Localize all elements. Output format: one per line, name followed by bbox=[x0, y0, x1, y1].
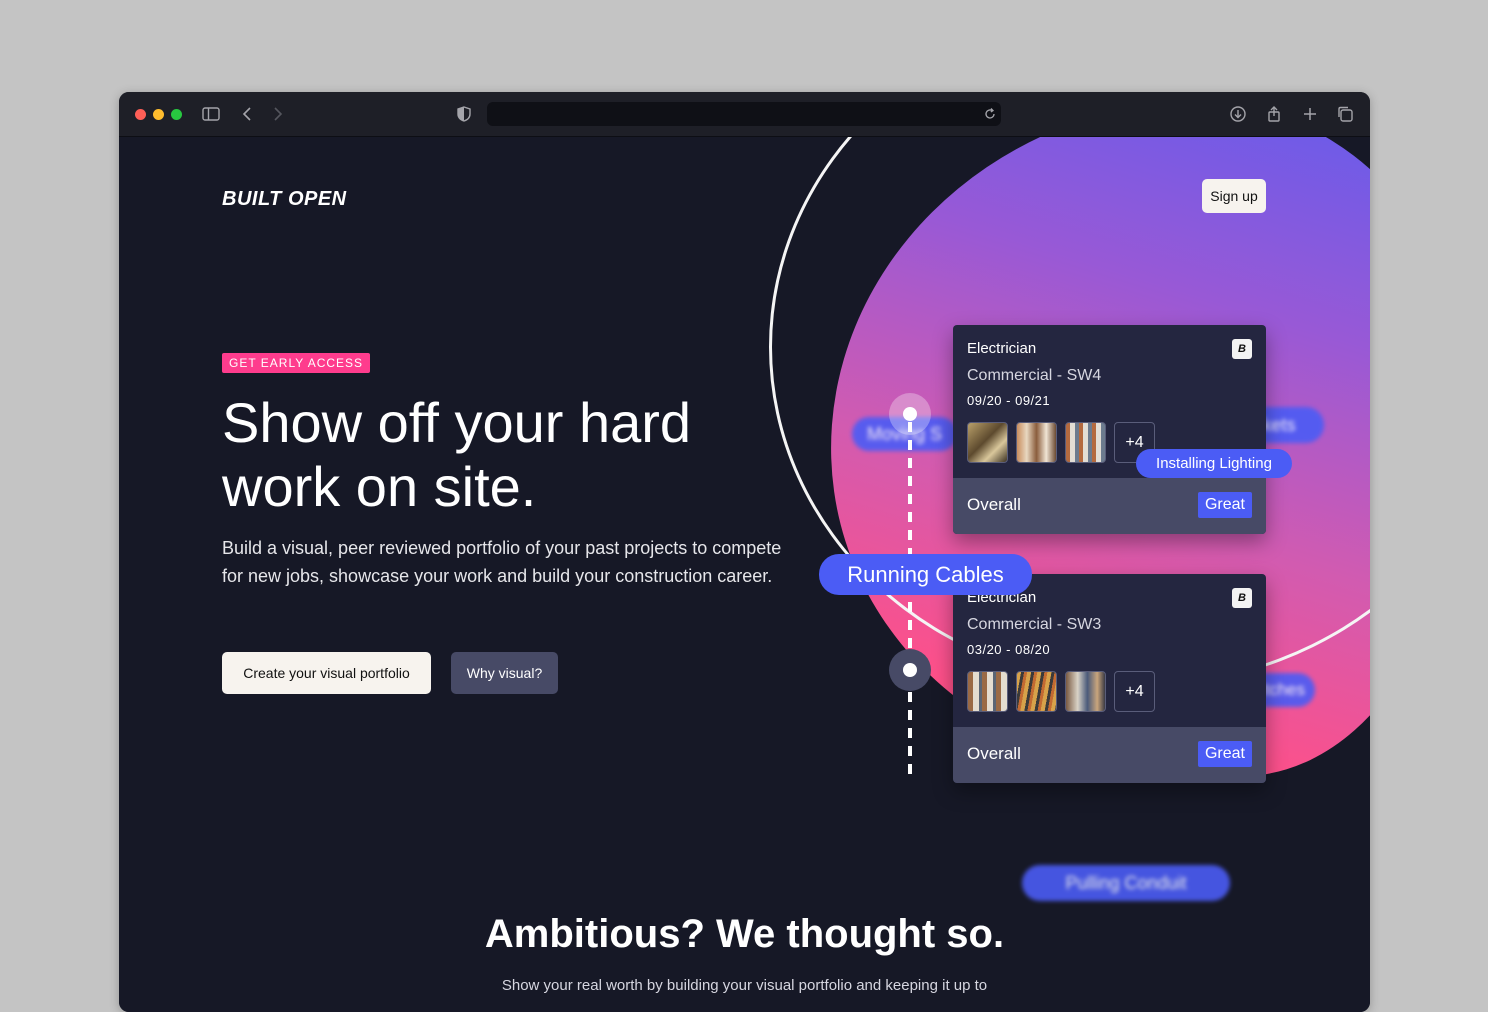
share-icon[interactable] bbox=[1264, 104, 1284, 124]
timeline-line bbox=[908, 422, 912, 782]
task-pill-label: Running Cables bbox=[847, 561, 1004, 587]
reload-icon[interactable] bbox=[983, 107, 997, 121]
section-title: Ambitious? We thought so. bbox=[484, 912, 1005, 956]
browser-titlebar bbox=[119, 92, 1370, 137]
new-tab-icon[interactable] bbox=[1300, 104, 1320, 124]
project-photo[interactable] bbox=[1016, 671, 1057, 712]
rating-badge: Great bbox=[1197, 492, 1252, 518]
downloads-icon[interactable] bbox=[1228, 104, 1248, 124]
card-footer: Overall Great bbox=[953, 478, 1266, 534]
card-thumbnails: +4 bbox=[967, 422, 1155, 463]
privacy-shield-icon[interactable] bbox=[454, 104, 474, 124]
forward-icon[interactable] bbox=[267, 104, 287, 124]
card-role: Electrician bbox=[967, 340, 1037, 357]
rating-badge: Great bbox=[1197, 741, 1252, 767]
project-card[interactable]: Electrician B Commercial - SW4 09/20 - 0… bbox=[953, 325, 1266, 534]
project-photo[interactable] bbox=[1016, 422, 1057, 463]
card-location: Commercial - SW4 bbox=[967, 367, 1102, 384]
create-portfolio-button[interactable]: Create your visual portfolio bbox=[222, 652, 431, 694]
close-window-button[interactable] bbox=[135, 109, 146, 120]
timeline-node-1 bbox=[889, 393, 931, 435]
project-photo[interactable] bbox=[1065, 422, 1106, 463]
project-card[interactable]: Electrician B Commercial - SW3 03/20 - 0… bbox=[953, 574, 1266, 783]
address-bar[interactable] bbox=[487, 102, 1001, 126]
project-photo[interactable] bbox=[1065, 671, 1106, 712]
project-photo[interactable] bbox=[967, 671, 1008, 712]
brand-logo-icon: B bbox=[1232, 588, 1252, 608]
sign-up-button[interactable]: Sign up bbox=[1202, 179, 1266, 213]
sidebar-toggle-icon[interactable] bbox=[201, 104, 221, 124]
card-footer: Overall Great bbox=[953, 727, 1266, 783]
hero-headline: Show off your hard work on site. bbox=[222, 391, 692, 518]
tab-overview-icon[interactable] bbox=[1335, 104, 1355, 124]
site-logo[interactable]: BUILT OPEN bbox=[222, 188, 347, 211]
card-thumbnails: +4 bbox=[967, 671, 1155, 712]
hero-subtext: Build a visual, peer reviewed portfolio … bbox=[222, 538, 782, 586]
overall-label: Overall bbox=[967, 495, 1021, 514]
task-pill-pulling-conduit: Pulling Conduit bbox=[1022, 865, 1230, 901]
task-pill-installing-lighting: Installing Lighting bbox=[1136, 449, 1292, 478]
why-visual-button[interactable]: Why visual? bbox=[451, 652, 558, 694]
timeline-node-2 bbox=[889, 649, 931, 691]
browser-window: BUILT OPEN Sign up GET EARLY ACCESS Show… bbox=[119, 92, 1370, 1012]
section-subtitle: Show your real worth by building your vi… bbox=[501, 977, 988, 994]
minimize-window-button[interactable] bbox=[153, 109, 164, 120]
back-icon[interactable] bbox=[238, 104, 258, 124]
task-pill-running-cables: Running Cables bbox=[819, 554, 1032, 595]
card-dates: 09/20 - 09/21 bbox=[967, 393, 1051, 408]
web-page: BUILT OPEN Sign up GET EARLY ACCESS Show… bbox=[119, 137, 1370, 1012]
early-access-badge: GET EARLY ACCESS bbox=[222, 353, 371, 373]
overall-label: Overall bbox=[967, 744, 1021, 763]
task-pill-label: Pulling Conduit bbox=[1065, 872, 1187, 893]
maximize-window-button[interactable] bbox=[171, 109, 182, 120]
task-pill-label: Installing Lighting bbox=[1156, 455, 1272, 472]
project-photo[interactable] bbox=[967, 422, 1008, 463]
card-location: Commercial - SW3 bbox=[967, 616, 1102, 633]
brand-logo-icon: B bbox=[1232, 339, 1252, 359]
more-photos-button[interactable]: +4 bbox=[1114, 671, 1155, 712]
card-dates: 03/20 - 08/20 bbox=[967, 642, 1051, 657]
